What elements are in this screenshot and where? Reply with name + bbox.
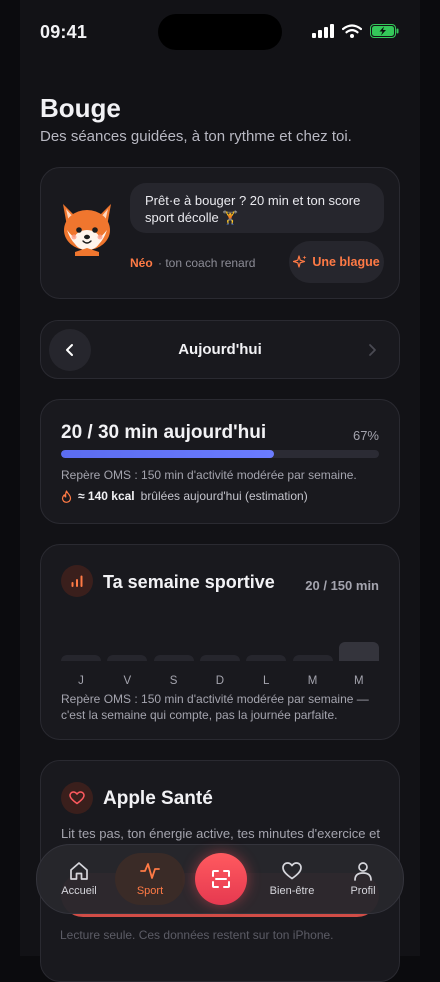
calories-value: ≈ 140 kcal — [78, 489, 135, 503]
week-day-bars: JVSDLMM — [61, 641, 379, 691]
week-day-label: S — [169, 675, 178, 687]
joke-label: Une blague — [312, 255, 380, 269]
day-navigator: Aujourd'hui — [40, 320, 400, 379]
week-day-bar — [107, 655, 148, 661]
scan-button[interactable] — [195, 853, 247, 905]
week-day-label: L — [262, 675, 270, 687]
week-total: 20 / 150 min — [305, 578, 379, 593]
week-day-label: M — [307, 675, 318, 687]
week-day-label: M — [354, 675, 364, 687]
daily-progress-card: 20 / 30 min aujourd'hui 67% Repère OMS :… — [40, 399, 400, 524]
user-icon — [354, 862, 372, 881]
calories-text: brûlées aujourd'hui (estimation) — [140, 489, 308, 503]
health-footer-note: Lecture seule. Ces données restent sur t… — [60, 928, 334, 942]
page-title: Bouge — [40, 93, 121, 123]
tab-bien-etre[interactable]: Bien-être — [259, 845, 325, 913]
oms-note: Repère OMS : 150 min d'activité modérée … — [61, 468, 357, 482]
progress-bar — [61, 450, 379, 458]
week-day-label: D — [215, 675, 225, 687]
tab-label: Accueil — [61, 885, 97, 897]
tab-label: Bien-être — [269, 885, 315, 897]
next-day-button[interactable] — [359, 337, 385, 363]
health-title: Apple Santé — [103, 788, 213, 809]
week-day-bar — [246, 655, 287, 661]
week-title: Ta semaine sportive — [103, 572, 275, 592]
status-icons — [312, 24, 400, 38]
chevron-right-icon — [369, 344, 376, 356]
tab-label: Sport — [136, 885, 164, 897]
week-day-bar — [292, 655, 333, 661]
week-day: L — [246, 641, 287, 691]
progress-bar-fill — [61, 450, 275, 458]
week-day-label: V — [123, 675, 132, 687]
home-icon — [70, 862, 88, 880]
week-note: Repère OMS : 150 min d'activité modérée … — [61, 692, 369, 722]
heart-icon-badge — [61, 782, 93, 814]
scan-icon — [212, 870, 230, 888]
weekly-activity-card: Ta semaine sportive 20 / 150 min J V S D L M M… — [40, 544, 400, 740]
week-day-label: J — [78, 675, 84, 687]
signal-icon — [312, 24, 334, 38]
week-day-bar — [61, 655, 101, 661]
week-day: D — [199, 641, 240, 691]
tab-bar: Accueil Sport Bien-être Profil — [36, 844, 404, 914]
coach-message: Prêt·e à bouger ? 20 min et ton score sp… — [145, 193, 361, 225]
tab-sport[interactable]: Sport — [115, 845, 185, 913]
week-day: J — [61, 641, 101, 691]
coach-role: · ton coach renard — [158, 256, 256, 270]
week-day-bar — [338, 641, 379, 661]
progress-percent: 67% — [352, 428, 379, 443]
page-subtitle: Des séances guidées, à ton rythme et che… — [40, 128, 352, 145]
wifi-icon — [342, 24, 362, 38]
dynamic-island — [158, 14, 282, 50]
status-time: 09:41 — [40, 22, 88, 42]
coach-bubble: Prêt·e à bouger ? 20 min et ton score sp… — [130, 183, 384, 233]
health-description: Lit tes pas, ton énergie active, tes min… — [61, 826, 380, 841]
week-day-bar — [153, 655, 194, 661]
week-day: M — [292, 641, 333, 691]
week-day: V — [107, 641, 148, 691]
bar-chart-icon-badge — [61, 565, 93, 597]
coach-card: Prêt·e à bouger ? 20 min et ton score sp… — [40, 167, 400, 299]
progress-title: 20 / 30 min aujourd'hui — [61, 422, 267, 443]
heart-icon — [282, 862, 302, 880]
fox-icon — [63, 204, 111, 256]
week-day-bar — [199, 655, 240, 661]
activity-icon — [140, 863, 160, 879]
tab-profil[interactable]: Profil — [335, 845, 391, 913]
tab-label: Profil — [350, 885, 376, 897]
joke-button[interactable]: Une blague — [289, 241, 384, 283]
week-day: M — [338, 641, 379, 691]
battery-charging-icon — [370, 24, 399, 38]
tab-accueil[interactable]: Accueil — [49, 845, 109, 913]
bar-chart-icon — [71, 575, 83, 587]
day-label: Aujourd'hui — [178, 341, 262, 358]
calories-line: ≈ 140 kcal brûlées aujourd'hui (estimati… — [61, 489, 308, 503]
week-day: S — [153, 641, 194, 691]
coach-name: Néo — [130, 256, 153, 270]
flame-icon — [61, 489, 72, 503]
heart-icon — [69, 791, 85, 805]
sparkle-icon — [293, 255, 307, 268]
